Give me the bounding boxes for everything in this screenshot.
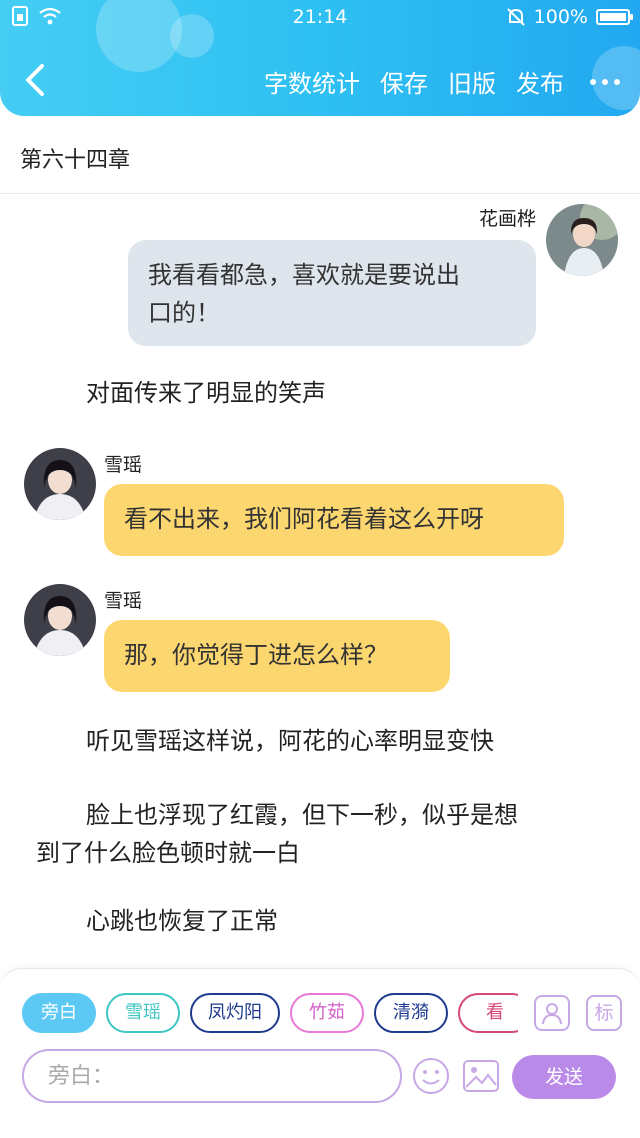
- battery-icon: [596, 9, 633, 25]
- role-chip[interactable]: 竹茹: [290, 993, 364, 1033]
- emoji-icon[interactable]: [412, 1057, 450, 1095]
- message-bubble[interactable]: 看不出来，我们阿花看着这么开呀: [104, 484, 564, 556]
- speaker-name: 花画桦: [478, 208, 536, 230]
- status-right-icons: 100%: [506, 6, 633, 28]
- speaker-name: 雪瑶: [104, 590, 143, 612]
- avatar[interactable]: [24, 448, 96, 520]
- narration-line: 到了什么脸色顿时就一白: [36, 839, 300, 867]
- battery-percent: 100%: [533, 6, 588, 28]
- chapter-title[interactable]: 第六十四章: [20, 142, 130, 174]
- message-bubble[interactable]: 我看看都急，喜欢就是要说出 口的！: [128, 240, 536, 346]
- avatar[interactable]: [546, 204, 618, 276]
- image-icon[interactable]: [462, 1057, 500, 1095]
- speaker-name: 雪瑶: [104, 454, 143, 476]
- role-chip[interactable]: 雪瑶: [106, 993, 180, 1033]
- old-version-button[interactable]: 旧版: [448, 64, 496, 99]
- message-text: 口的！: [148, 299, 220, 327]
- role-selector: 旁白 雪瑶 凤灼阳 竹茹 清漪看: [22, 993, 518, 1039]
- top-header: 21:14 100% 字数统计 保存 旧版 发布: [0, 0, 640, 116]
- save-button[interactable]: 保存: [380, 64, 428, 99]
- message-text: 那，你觉得丁进怎么样？: [124, 641, 388, 669]
- back-icon[interactable]: [20, 60, 50, 100]
- status-bar: 21:14 100%: [0, 0, 640, 34]
- message-text: 我看看都急，喜欢就是要说出: [148, 261, 460, 289]
- narration-text[interactable]: 对面传来了明显的笑声: [36, 374, 616, 412]
- role-chip[interactable]: 看: [458, 993, 518, 1033]
- editor-bar: 旁白雪瑶凤灼阳竹茹清漪看 标 发送: [0, 968, 640, 1138]
- mute-bell-icon: [506, 8, 525, 26]
- narration-text[interactable]: 心跳也恢复了正常: [36, 902, 616, 940]
- role-chip[interactable]: 凤灼阳: [190, 993, 280, 1033]
- message-bubble[interactable]: 那，你觉得丁进怎么样？: [104, 620, 450, 692]
- word-count-button[interactable]: 字数统计: [264, 64, 360, 99]
- toolbar: 字数统计 保存 旧版 发布: [244, 64, 620, 99]
- more-icon[interactable]: [590, 78, 620, 85]
- narration-text[interactable]: 听见雪瑶这样说，阿花的心率明显变快: [36, 722, 616, 760]
- tag-button[interactable]: 标: [586, 995, 622, 1031]
- publish-button[interactable]: 发布: [516, 64, 564, 99]
- message-input[interactable]: [24, 1051, 400, 1101]
- tag-label: 标: [594, 1002, 614, 1024]
- narration-text[interactable]: 脸上也浮现了红霞，但下一秒，似乎是想 到了什么脸色顿时就一白: [36, 796, 616, 872]
- message-text: 看不出来，我们阿花看着这么开呀: [124, 505, 484, 533]
- narration-line: 脸上也浮现了红霞，但下一秒，似乎是想: [86, 801, 518, 829]
- role-chip[interactable]: 旁白: [22, 993, 96, 1033]
- role-chip[interactable]: 清漪: [374, 993, 448, 1033]
- avatar[interactable]: [24, 584, 96, 656]
- send-button[interactable]: 发送: [512, 1055, 616, 1099]
- role-manage-icon[interactable]: [534, 995, 570, 1031]
- chapter-header: 第六十四章: [0, 116, 640, 194]
- message-input-wrapper: [22, 1049, 402, 1103]
